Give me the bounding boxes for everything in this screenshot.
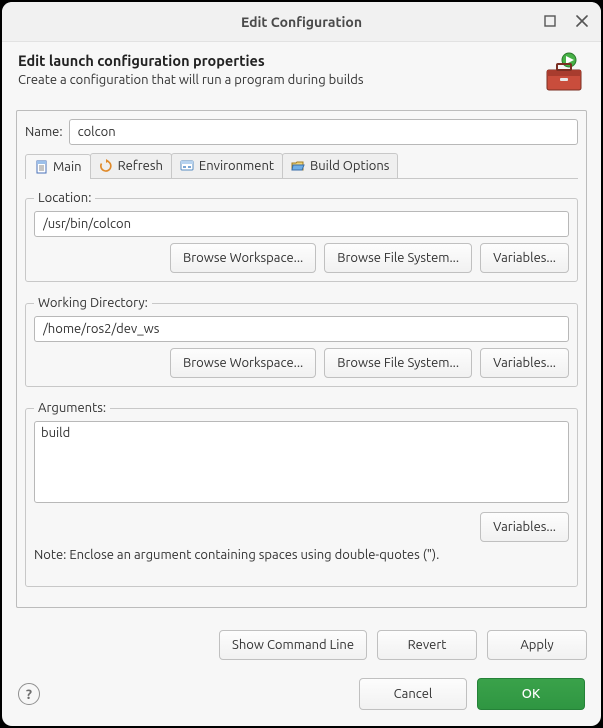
edit-configuration-dialog: Edit Configuration Edit launch configura…: [2, 2, 601, 726]
arguments-group: Arguments: Variables... Note: Enclose an…: [25, 401, 578, 587]
tab-environment-label: Environment: [199, 159, 274, 173]
folder-open-icon: [291, 158, 306, 173]
environment-icon: [180, 158, 195, 173]
dialog-header: Edit launch configuration properties Cre…: [2, 42, 601, 104]
cancel-button[interactable]: Cancel: [359, 678, 467, 710]
location-group: Location: Browse Workspace... Browse Fil…: [25, 191, 578, 282]
tab-main-label: Main: [53, 160, 82, 174]
arguments-legend: Arguments:: [34, 401, 110, 415]
header-subtext: Create a configuration that will run a p…: [18, 73, 531, 87]
titlebar: Edit Configuration: [2, 2, 601, 42]
tab-refresh-label: Refresh: [118, 159, 163, 173]
tab-main-body: Location: Browse Workspace... Browse Fil…: [25, 179, 578, 597]
ok-button[interactable]: OK: [477, 678, 585, 710]
header-heading: Edit launch configuration properties: [18, 52, 531, 69]
window-controls: [541, 12, 591, 30]
location-browse-workspace-button[interactable]: Browse Workspace...: [170, 243, 316, 273]
workdir-variables-button[interactable]: Variables...: [480, 348, 569, 378]
tab-environment[interactable]: Environment: [171, 153, 283, 178]
workdir-browse-workspace-button[interactable]: Browse Workspace...: [170, 348, 316, 378]
maximize-icon[interactable]: [541, 12, 559, 30]
refresh-icon: [99, 158, 114, 173]
arguments-textarea[interactable]: [34, 421, 569, 503]
close-icon[interactable]: [573, 12, 591, 30]
config-panel: Name: Main Refresh Environment: [16, 110, 587, 608]
working-directory-legend: Working Directory:: [34, 296, 152, 310]
location-input[interactable]: [34, 211, 569, 237]
tab-build-label: Build Options: [310, 159, 389, 173]
workdir-browse-filesystem-button[interactable]: Browse File System...: [324, 348, 472, 378]
window-title: Edit Configuration: [241, 14, 362, 30]
tab-bar: Main Refresh Environment Build Options: [25, 153, 578, 179]
header-toolbox-icon: [541, 52, 585, 96]
name-input[interactable]: [69, 119, 578, 145]
tab-main[interactable]: Main: [25, 154, 91, 179]
name-row: Name:: [25, 119, 578, 145]
location-browse-filesystem-button[interactable]: Browse File System...: [324, 243, 472, 273]
help-icon[interactable]: ?: [18, 683, 40, 705]
tab-refresh[interactable]: Refresh: [90, 153, 172, 178]
working-directory-input[interactable]: [34, 316, 569, 342]
dialog-footer: ? Cancel OK: [2, 664, 601, 726]
tab-build-options[interactable]: Build Options: [282, 153, 398, 178]
working-directory-group: Working Directory: Browse Workspace... B…: [25, 296, 578, 387]
name-label: Name:: [25, 125, 63, 139]
file-icon: [34, 159, 49, 174]
location-variables-button[interactable]: Variables...: [480, 243, 569, 273]
location-legend: Location:: [34, 191, 95, 205]
show-command-line-button[interactable]: Show Command Line: [219, 630, 367, 660]
action-row: Show Command Line Revert Apply: [2, 620, 601, 664]
apply-button[interactable]: Apply: [487, 630, 587, 660]
arguments-variables-button[interactable]: Variables...: [480, 512, 569, 542]
revert-button[interactable]: Revert: [377, 630, 477, 660]
arguments-note: Note: Enclose an argument containing spa…: [34, 548, 569, 562]
